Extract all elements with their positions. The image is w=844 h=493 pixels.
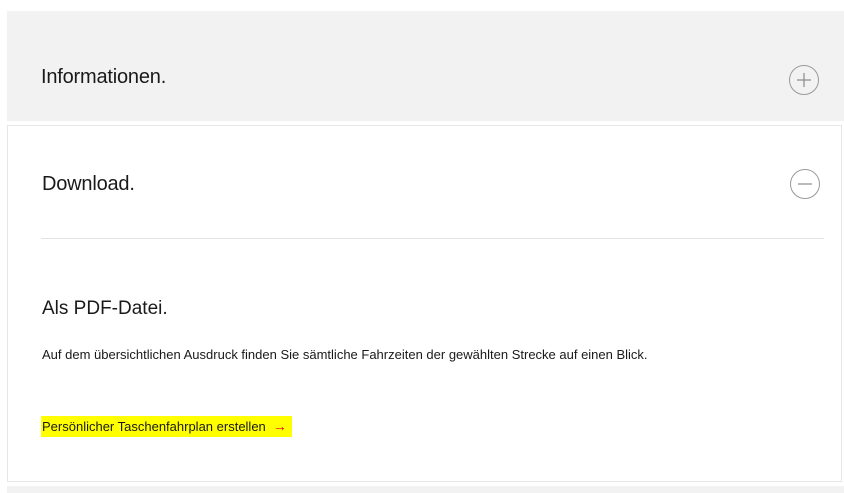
arrow-right-icon: → xyxy=(272,418,287,434)
pdf-description: Auf dem übersichtlichen Ausdruck finden … xyxy=(42,347,648,362)
accordion-download-title: Download. xyxy=(42,173,135,195)
divider xyxy=(41,238,824,239)
accordion-informationen-title: Informationen. xyxy=(41,66,167,88)
accordion-download-header[interactable]: Download. xyxy=(8,126,841,238)
create-timetable-link-label: Persönlicher Taschenfahrplan erstellen xyxy=(42,419,266,434)
plus-icon-glyph xyxy=(797,73,811,87)
accordion-download: Download. Als PDF-Datei. Auf dem übersic… xyxy=(7,125,842,482)
page: Informationen. Download. Als PDF-Datei. … xyxy=(0,0,844,493)
minus-icon[interactable] xyxy=(790,169,820,199)
pdf-subtitle: Als PDF-Datei. xyxy=(42,298,168,319)
minus-icon-glyph xyxy=(798,183,812,185)
accordion-informationen[interactable]: Informationen. xyxy=(7,11,844,121)
plus-icon[interactable] xyxy=(789,65,819,95)
next-accordion-edge xyxy=(7,486,844,493)
create-timetable-link[interactable]: Persönlicher Taschenfahrplan erstellen → xyxy=(41,416,292,437)
